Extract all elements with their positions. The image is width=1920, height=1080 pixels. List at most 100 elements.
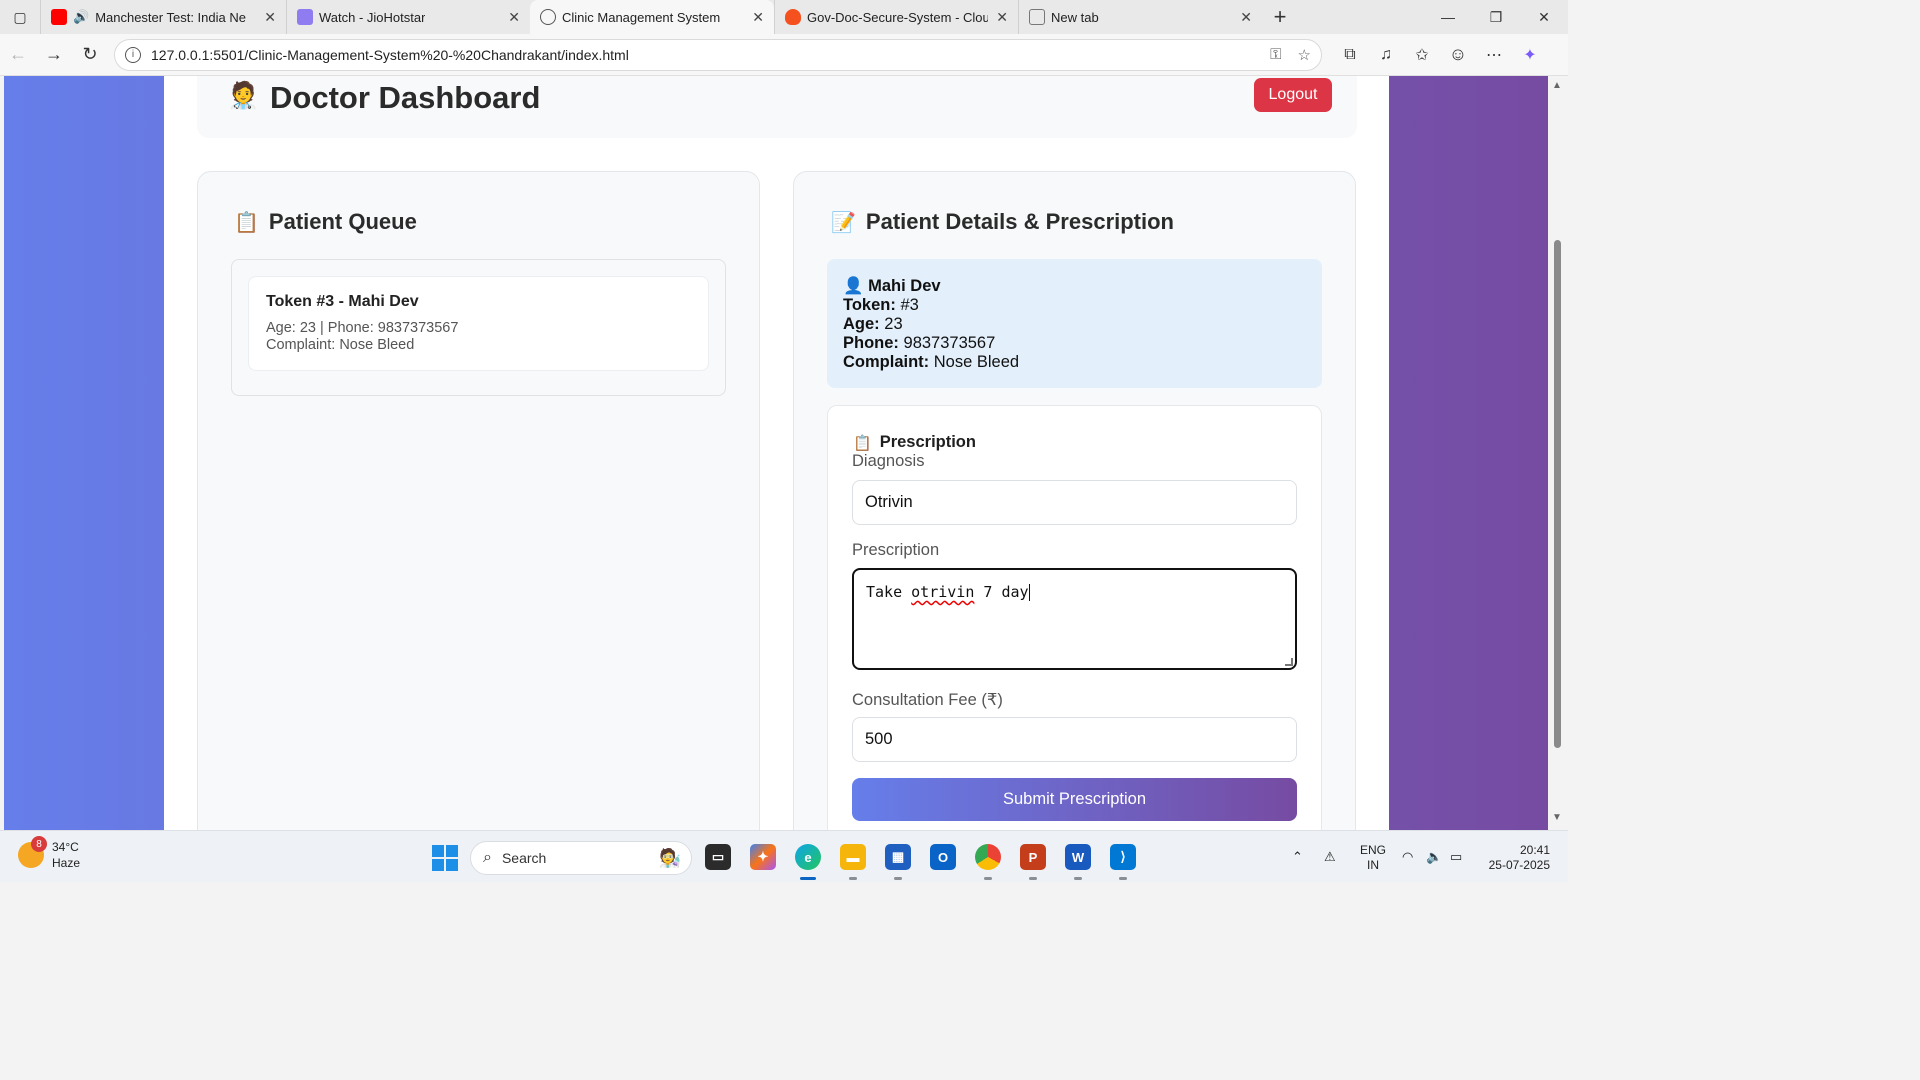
tab-new-tab[interactable]: New tab ✕ bbox=[1018, 0, 1262, 34]
word-icon[interactable]: W bbox=[1065, 844, 1091, 870]
clock-time: 20:41 bbox=[1519, 843, 1550, 857]
wifi-icon[interactable]: ◠ bbox=[1402, 831, 1413, 883]
scroll-up-icon[interactable]: ▲ bbox=[1552, 80, 1562, 91]
address-bar[interactable]: i 127.0.0.1:5501/Clinic-Management-Syste… bbox=[114, 38, 1322, 71]
close-tab-icon[interactable]: ✕ bbox=[744, 9, 764, 26]
tab-actions-icon[interactable]: ▢ bbox=[0, 0, 40, 34]
security-status-icon[interactable]: ⚠ bbox=[1324, 831, 1336, 883]
app-indicator bbox=[984, 877, 992, 880]
patient-queue-heading: 📋 Patient Queue bbox=[234, 209, 417, 235]
copilot-app-icon[interactable]: ✦ bbox=[750, 844, 776, 870]
close-tab-icon[interactable]: ✕ bbox=[1232, 9, 1252, 26]
close-tab-icon[interactable]: ✕ bbox=[500, 9, 520, 26]
text-cursor bbox=[1028, 584, 1030, 601]
chrome-icon[interactable] bbox=[975, 844, 1001, 870]
browser-essentials-icon[interactable]: ♫ bbox=[1368, 37, 1404, 73]
outlook-icon[interactable]: O bbox=[930, 844, 956, 870]
back-icon[interactable]: ← bbox=[0, 37, 36, 73]
key-icon[interactable]: ⚿ bbox=[1270, 46, 1281, 63]
scrollbar-thumb[interactable] bbox=[1554, 240, 1561, 748]
prescription-textarea[interactable]: Take otrivin 7 day bbox=[852, 568, 1297, 670]
url-text[interactable]: 127.0.0.1:5501/Clinic-Management-System%… bbox=[151, 47, 1254, 63]
prescription-label: Prescription bbox=[852, 541, 940, 559]
patient-token-row: Token: #3 bbox=[843, 296, 1306, 315]
tab-clinic-management[interactable]: Clinic Management System ✕ bbox=[530, 0, 774, 34]
vscode-icon[interactable]: ⟩ bbox=[1110, 844, 1136, 870]
file-explorer-icon[interactable]: ▬ bbox=[840, 844, 866, 870]
jiohotstar-icon bbox=[297, 9, 313, 25]
edge-browser-icon[interactable]: e bbox=[795, 844, 821, 870]
fee-label: Consultation Fee (₹) bbox=[852, 691, 1003, 709]
favorites-icon[interactable]: ✩ bbox=[1404, 37, 1440, 73]
patient-details-panel: 📝 Patient Details & Prescription 👤 Mahi … bbox=[793, 171, 1356, 830]
close-tab-icon[interactable]: ✕ bbox=[988, 9, 1008, 26]
prescription-text-part: Take bbox=[866, 583, 912, 601]
notification-badge: 8 bbox=[31, 836, 47, 852]
tab-gov-doc[interactable]: Gov-Doc-Secure-System - Cloud I ✕ bbox=[774, 0, 1018, 34]
app-indicator bbox=[1119, 877, 1127, 880]
tab-manchester-test[interactable]: 🔊 Manchester Test: India Ne ✕ bbox=[40, 0, 286, 34]
tab-jiohotstar[interactable]: Watch - JioHotstar ✕ bbox=[286, 0, 530, 34]
complaint-label: Complaint: bbox=[843, 353, 930, 371]
age-value: 23 bbox=[884, 315, 903, 333]
powerpoint-icon[interactable]: P bbox=[1020, 844, 1046, 870]
diagnosis-label: Diagnosis bbox=[852, 452, 925, 470]
resize-handle[interactable] bbox=[1285, 658, 1293, 666]
dashboard-header: 🧑‍⚕️ Doctor Dashboard Logout bbox=[197, 76, 1357, 138]
input-language[interactable]: ENG IN bbox=[1360, 843, 1386, 873]
minimize-icon[interactable]: — bbox=[1424, 0, 1472, 34]
weather-icon: 8 bbox=[18, 836, 47, 868]
profile-avatar[interactable]: ☺ bbox=[1440, 37, 1476, 73]
queue-item-complaint: Complaint: Nose Bleed bbox=[266, 337, 415, 353]
page-scrollbar[interactable]: ▲ ▼ bbox=[1548, 76, 1568, 830]
task-view-icon[interactable]: ▭ bbox=[705, 844, 731, 870]
site-info-icon[interactable]: i bbox=[125, 46, 141, 63]
more-options-icon[interactable]: ⋯ bbox=[1476, 37, 1512, 73]
memo-icon: 📝 bbox=[831, 211, 856, 234]
show-hidden-icons[interactable]: ⌃ bbox=[1292, 831, 1303, 883]
logout-button[interactable]: Logout bbox=[1254, 78, 1332, 112]
submit-prescription-button[interactable]: Submit Prescription bbox=[852, 778, 1297, 821]
app-indicator bbox=[1029, 877, 1037, 880]
favorite-star-icon[interactable]: ☆ bbox=[1298, 46, 1311, 64]
search-highlight-icon: 🧑‍🔬 bbox=[658, 847, 681, 868]
refresh-icon[interactable]: ↻ bbox=[72, 37, 108, 73]
browser-toolbar: ⧉ ♫ ✩ ☺ ⋯ ✦ bbox=[1332, 37, 1548, 73]
battery-icon[interactable]: ▭ bbox=[1450, 831, 1462, 883]
taskbar-search[interactable]: ⌕ Search 🧑‍🔬 bbox=[470, 841, 692, 875]
queue-item[interactable]: Token #3 - Mahi Dev Age: 23 | Phone: 983… bbox=[248, 276, 709, 371]
patient-phone-row: Phone: 9837373567 bbox=[843, 334, 1306, 353]
system-clock[interactable]: 20:41 25-07-2025 bbox=[1480, 843, 1550, 873]
scroll-down-icon[interactable]: ▼ bbox=[1552, 812, 1562, 823]
audio-icon[interactable]: 🔊 bbox=[73, 9, 89, 25]
clipboard-icon: 📋 bbox=[853, 434, 872, 452]
doctor-icon: 🧑‍⚕️ bbox=[227, 80, 260, 110]
temperature: 34°C bbox=[52, 840, 79, 854]
weather-widget[interactable]: 8 34°C Haze bbox=[18, 836, 81, 871]
fee-value: 500 bbox=[865, 730, 893, 748]
person-icon: 👤 bbox=[843, 277, 864, 295]
volume-icon[interactable]: 🔈 bbox=[1426, 831, 1442, 883]
page-title: Doctor Dashboard bbox=[270, 80, 541, 115]
queue-item-title: Token #3 - Mahi Dev bbox=[266, 293, 419, 310]
close-tab-icon[interactable]: ✕ bbox=[256, 9, 276, 26]
new-tab-button[interactable]: + bbox=[1262, 4, 1298, 30]
youtube-icon bbox=[51, 9, 67, 25]
fee-input[interactable]: 500 bbox=[852, 717, 1297, 762]
prescription-form: 📋 Prescription Diagnosis Otrivin Prescri… bbox=[827, 405, 1322, 830]
diagnosis-input[interactable]: Otrivin bbox=[852, 480, 1297, 525]
page-viewport: 🧑‍⚕️ Doctor Dashboard Logout 📋 Patient Q… bbox=[0, 76, 1568, 830]
new-tab-page-icon bbox=[1029, 9, 1045, 25]
complaint-value: Nose Bleed bbox=[933, 353, 1020, 371]
copilot-icon[interactable]: ✦ bbox=[1512, 37, 1548, 73]
microsoft-store-icon[interactable]: ▦ bbox=[885, 844, 911, 870]
extensions-icon[interactable]: ⧉ bbox=[1332, 37, 1368, 73]
prescription-heading: 📋 Prescription bbox=[853, 433, 976, 452]
restore-icon[interactable]: ❐ bbox=[1472, 0, 1520, 34]
weather-condition: Haze bbox=[52, 856, 81, 870]
forward-icon[interactable]: → bbox=[36, 37, 72, 73]
patient-details-title: Patient Details & Prescription bbox=[865, 209, 1174, 234]
close-window-icon[interactable]: ✕ bbox=[1520, 0, 1568, 34]
start-button[interactable] bbox=[432, 845, 458, 871]
clock-date: 25-07-2025 bbox=[1488, 858, 1550, 872]
